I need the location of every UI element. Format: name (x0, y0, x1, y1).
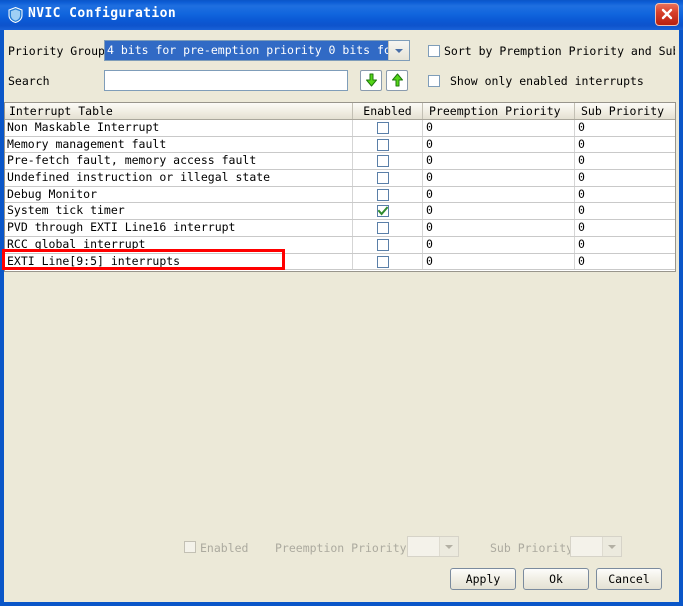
sort-by-preemption-label: Sort by Premption Priority and Sub Prior (444, 44, 675, 58)
priority-group-selected-value: 4 bits for pre-emption priority 0 bits f… (105, 41, 388, 60)
cell-preemption-priority: 0 (423, 120, 575, 136)
table-row[interactable]: EXTI Line[9:5] interrupts 0 0 (5, 253, 675, 271)
row-enabled-checkbox[interactable] (377, 138, 389, 151)
cell-sub-priority: 0 (578, 136, 585, 151)
table-row[interactable]: Pre-fetch fault, memory access fault 0 0 (5, 153, 675, 171)
cell-enabled[interactable] (353, 136, 423, 153)
cell-preemption-priority: 0 (423, 236, 575, 253)
ok-button[interactable]: Ok (523, 568, 589, 590)
cell-interrupt-name: Pre-fetch fault, memory access fault (5, 153, 353, 170)
shield-icon (8, 6, 23, 24)
priority-group-combobox[interactable]: 4 bits for pre-emption priority 0 bits f… (104, 40, 410, 61)
window-title: NVIC Configuration (28, 6, 177, 21)
cell-interrupt-name: EXTI Line[9:5] interrupts (5, 253, 353, 270)
green-up-arrow-icon (391, 73, 403, 87)
cell-preemption-priority: 0 (423, 153, 575, 170)
interrupt-table[interactable]: Interrupt Table Enabled Preemption Prior… (4, 102, 676, 272)
search-next-button[interactable] (360, 70, 382, 91)
cell-interrupt-name: System tick timer (5, 203, 353, 220)
table-row[interactable]: Non Maskable Interrupt 0 0 (5, 120, 675, 137)
detail-enabled-label: Enabled (200, 541, 249, 555)
chevron-down-icon (602, 537, 621, 556)
detail-sub-priority-combobox (570, 536, 622, 557)
cell-preemption-priority: 0 (423, 186, 575, 203)
column-header-interrupt-table[interactable]: Interrupt Table (5, 103, 353, 119)
row-enabled-checkbox[interactable] (377, 205, 389, 218)
show-only-enabled-checkbox[interactable] (428, 75, 440, 87)
sort-by-preemption-checkbox[interactable] (428, 45, 440, 57)
detail-enabled-checkbox (184, 541, 196, 553)
row-enabled-checkbox[interactable] (377, 188, 389, 201)
search-previous-button[interactable] (386, 70, 408, 91)
detail-sub-priority-label: Sub Priority (490, 541, 574, 555)
cell-preemption-priority: 0 (423, 253, 575, 270)
row-enabled-checkbox[interactable] (377, 255, 389, 268)
table-body: Non Maskable Interrupt 0 0 Memory managemen… (5, 120, 675, 271)
table-row[interactable]: System tick timer 0 0 (5, 203, 675, 221)
row-enabled-checkbox[interactable] (377, 155, 389, 168)
cell-sub-priority: 0 (578, 120, 585, 134)
cell-enabled[interactable] (353, 236, 423, 253)
column-header-sub-priority[interactable]: Sub Priority (575, 103, 675, 119)
row-enabled-checkbox[interactable] (377, 172, 389, 185)
table-row[interactable]: Memory management fault 0 0 (5, 136, 675, 154)
window-frame-bottom (0, 602, 683, 606)
cell-enabled[interactable] (353, 170, 423, 186)
column-header-enabled[interactable]: Enabled (353, 103, 423, 119)
row-enabled-checkbox[interactable] (377, 222, 389, 235)
cell-sub-priority: 0 (578, 153, 585, 168)
row-enabled-checkbox[interactable] (377, 238, 389, 251)
cell-enabled[interactable] (353, 153, 423, 170)
cell-sub-priority: 0 (578, 236, 585, 251)
cell-enabled[interactable] (353, 203, 423, 220)
cell-sub-priority: 0 (578, 203, 585, 218)
cell-enabled[interactable] (353, 120, 423, 136)
cell-interrupt-name: RCC global interrupt (5, 236, 353, 253)
window-frame-right (679, 30, 683, 606)
close-button[interactable] (655, 3, 679, 26)
search-input[interactable] (104, 70, 348, 91)
show-only-enabled-label: Show only enabled interrupts (450, 74, 644, 88)
table-row[interactable]: PVD through EXTI Line16 interrupt 0 0 (5, 220, 675, 237)
cell-interrupt-name: PVD through EXTI Line16 interrupt (5, 220, 353, 236)
cell-sub-priority: 0 (578, 186, 585, 201)
chevron-down-icon[interactable] (388, 41, 409, 60)
cell-interrupt-name: Memory management fault (5, 136, 353, 153)
column-header-preemption-priority[interactable]: Preemption Priority (423, 103, 575, 119)
cell-interrupt-name: Debug Monitor (5, 186, 353, 203)
nvic-configuration-dialog: NVIC Configuration Priority Group 4 bits… (0, 0, 683, 606)
row-enabled-checkbox[interactable] (377, 122, 389, 134)
detail-preemption-priority-combobox (407, 536, 459, 557)
cell-enabled[interactable] (353, 186, 423, 203)
cell-enabled[interactable] (353, 220, 423, 236)
apply-button[interactable]: Apply (450, 568, 516, 590)
chevron-down-icon (439, 537, 458, 556)
title-bar: NVIC Configuration (0, 0, 683, 30)
green-down-arrow-icon (365, 73, 377, 87)
cell-preemption-priority: 0 (423, 220, 575, 236)
cell-preemption-priority: 0 (423, 136, 575, 153)
detail-preemption-priority-label: Preemption Priority (275, 541, 407, 555)
search-label: Search (8, 74, 50, 88)
table-row[interactable]: RCC global interrupt 0 0 (5, 236, 675, 254)
table-header-row: Interrupt Table Enabled Preemption Prior… (5, 103, 675, 120)
table-row[interactable]: Debug Monitor 0 0 (5, 186, 675, 204)
cell-preemption-priority: 0 (423, 203, 575, 220)
cell-sub-priority: 0 (578, 220, 585, 235)
cancel-button[interactable]: Cancel (596, 568, 662, 590)
checkmark-icon (378, 206, 388, 216)
cell-sub-priority: 0 (578, 170, 585, 185)
close-icon (661, 8, 673, 20)
priority-group-label: Priority Group (8, 44, 105, 58)
cell-preemption-priority: 0 (423, 170, 575, 186)
cell-interrupt-name: Undefined instruction or illegal state (5, 170, 353, 186)
table-row[interactable]: Undefined instruction or illegal state 0 0 (5, 170, 675, 187)
cell-interrupt-name: Non Maskable Interrupt (5, 120, 353, 136)
cell-sub-priority: 0 (578, 253, 585, 268)
cell-enabled[interactable] (353, 253, 423, 270)
